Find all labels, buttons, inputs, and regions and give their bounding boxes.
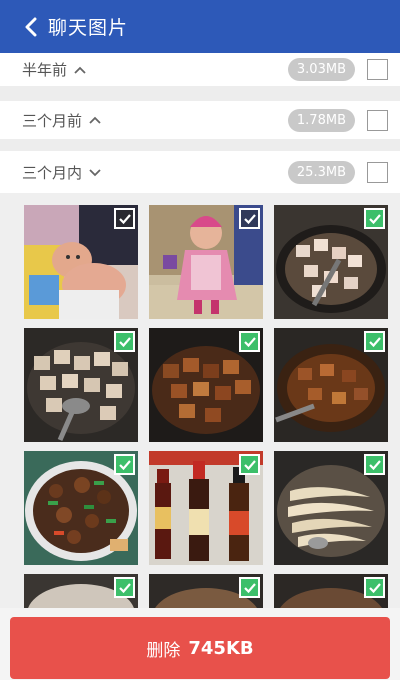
checkmark-icon [368,459,381,470]
delete-size: 745KB [188,637,254,659]
checkbox-checked[interactable] [114,577,135,598]
checkmark-icon [368,582,381,593]
delete-button[interactable]: 删除 745KB [10,617,390,679]
checkmark-icon [243,582,256,593]
page-title: 聊天图片 [48,17,129,39]
checkmark-icon [368,213,381,224]
photo-tile[interactable] [24,451,138,565]
photo-tile[interactable] [149,574,263,608]
checkmark-icon [118,336,131,347]
section-label: 半年前 [22,61,68,79]
checkbox-checked[interactable] [239,454,260,475]
size-badge: 3.03MB [287,58,355,81]
photo-tile[interactable] [24,574,138,608]
section-checkbox[interactable] [367,161,388,183]
photo-tile[interactable] [149,451,263,565]
checkmark-icon [118,459,131,470]
checkbox-checked[interactable] [364,331,385,352]
photo-tile[interactable] [274,328,388,442]
section-within-three-months[interactable]: 三个月内 25.3MB [0,151,400,193]
checkbox-checked[interactable] [364,577,385,598]
size-badge: 1.78MB [287,108,355,132]
title-bar: 聊天图片 [0,0,400,53]
section-half-year[interactable]: 半年前 3.03MB [0,53,400,86]
divider [0,139,400,151]
checkbox-checked[interactable] [114,208,135,229]
section-label: 三个月前 [22,111,83,130]
section-label: 三个月内 [22,163,83,182]
footer-bar: 删除 745KB [0,608,400,680]
back-button[interactable] [16,0,46,53]
chevron-left-icon [25,17,37,36]
checkbox-checked[interactable] [239,208,260,229]
size-badge: 25.3MB [287,160,355,184]
checkbox-checked[interactable] [364,208,385,229]
checkbox-checked[interactable] [364,454,385,475]
photo-tile[interactable] [274,574,388,608]
delete-label: 删除 [146,640,181,661]
photo-tile[interactable] [24,328,138,442]
checkmark-icon [243,213,256,224]
chevron-down-icon [89,169,101,177]
checkmark-icon [368,336,381,347]
checkbox-checked[interactable] [114,454,135,475]
checkbox-checked[interactable] [239,577,260,598]
photo-grid [0,193,400,608]
checkmark-icon [243,459,256,470]
divider [0,86,400,101]
photo-tile[interactable] [149,328,263,442]
photo-tile[interactable] [149,205,263,319]
checkbox-checked[interactable] [239,331,260,352]
section-three-months-ago[interactable]: 三个月前 1.78MB [0,101,400,139]
photo-tile[interactable] [274,451,388,565]
photo-tile[interactable] [274,205,388,319]
section-checkbox[interactable] [367,59,388,80]
chevron-up-icon [89,116,101,124]
section-checkbox[interactable] [367,109,388,131]
photo-tile[interactable] [24,205,138,319]
checkbox-checked[interactable] [114,331,135,352]
checkmark-icon [118,582,131,593]
checkmark-icon [243,336,256,347]
chevron-up-icon [74,66,86,74]
checkmark-icon [118,213,131,224]
